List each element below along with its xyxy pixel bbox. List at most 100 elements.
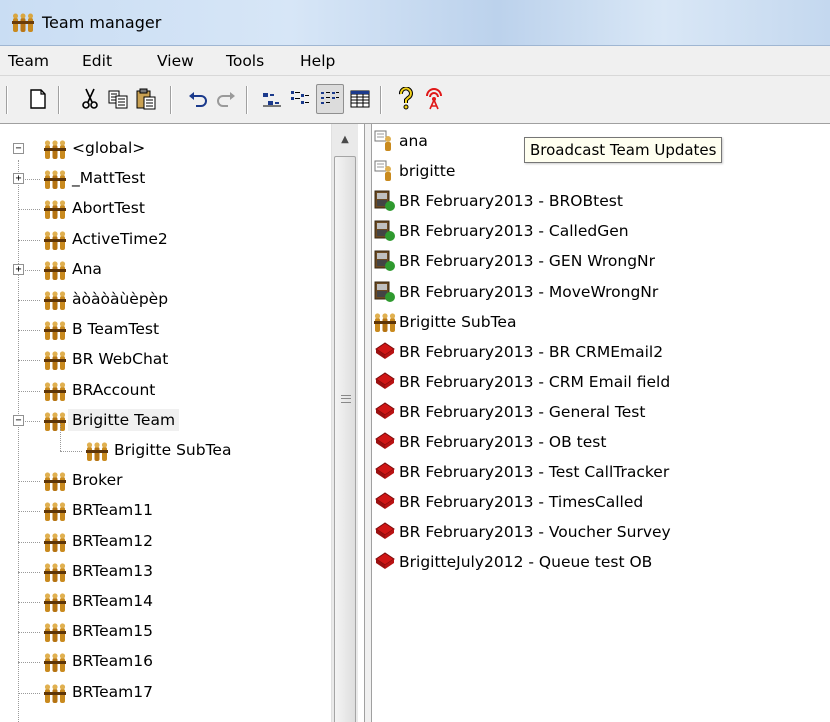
list-item[interactable]: BR February2013 - TimesCalled bbox=[374, 487, 643, 517]
list-item[interactable]: BR February2013 - General Test bbox=[374, 397, 645, 427]
copy-icon[interactable] bbox=[104, 84, 132, 114]
tree-line bbox=[18, 662, 40, 664]
menu-team[interactable]: Team bbox=[8, 52, 49, 70]
tree-item[interactable]: BRTeam17 bbox=[0, 678, 330, 708]
tree-item[interactable]: BRTeam14 bbox=[0, 587, 330, 617]
list-item[interactable]: BrigitteJuly2012 - Queue test OB bbox=[374, 547, 652, 577]
redo-icon[interactable] bbox=[212, 84, 240, 114]
list-item-label: brigitte bbox=[399, 162, 456, 181]
queue-icon bbox=[374, 491, 396, 513]
tree-item[interactable]: AbortTest bbox=[0, 194, 330, 224]
tree-scrollbar[interactable]: ▲ bbox=[331, 124, 358, 722]
toolbar-grip[interactable] bbox=[6, 86, 8, 114]
list-item[interactable]: BR February2013 - BR CRMEmail2 bbox=[374, 337, 663, 367]
queue-icon bbox=[374, 431, 396, 453]
queue-icon bbox=[374, 551, 396, 573]
list-item-label: BR February2013 - TimesCalled bbox=[399, 493, 644, 512]
team-icon bbox=[374, 311, 396, 333]
list-icon[interactable] bbox=[286, 84, 314, 114]
tree-line bbox=[18, 541, 40, 543]
list-item[interactable]: BR February2013 - MoveWrongNr bbox=[374, 277, 658, 307]
list-item[interactable]: BR February2013 - BROBtest bbox=[374, 186, 623, 216]
list-item-label: ana bbox=[399, 132, 428, 150]
help-icon[interactable] bbox=[392, 84, 420, 114]
tree-line bbox=[18, 209, 40, 211]
pane-splitter[interactable] bbox=[364, 124, 372, 722]
tree-label: Ana bbox=[72, 259, 102, 278]
team-members-list[interactable]: ana brigitte BR February2013 - BROBtest BR … bbox=[372, 124, 830, 722]
paste-icon[interactable] bbox=[132, 84, 160, 114]
menu-bar: Team Edit View Tools Help bbox=[0, 46, 830, 76]
tree-item[interactable]: BR WebChat bbox=[0, 345, 330, 375]
toolbar-separator bbox=[380, 86, 382, 114]
list-item[interactable]: ana bbox=[374, 126, 428, 156]
undo-icon[interactable] bbox=[184, 84, 212, 114]
list-item-label: BR February2013 - CalledGen bbox=[399, 222, 629, 241]
menu-view[interactable]: View bbox=[157, 52, 194, 70]
list-item[interactable]: BR February2013 - Test CallTracker bbox=[374, 457, 669, 487]
team-icon bbox=[44, 651, 66, 677]
toolbar-separator bbox=[58, 86, 60, 114]
tree-item[interactable]: + _MattTest bbox=[0, 164, 330, 194]
tree-item[interactable]: BRTeam11 bbox=[0, 496, 330, 526]
grid-icon[interactable] bbox=[346, 84, 374, 114]
tree-item[interactable]: BRAccount bbox=[0, 376, 330, 406]
campaign-icon bbox=[374, 250, 396, 272]
team-icon bbox=[44, 168, 66, 194]
team-icon bbox=[44, 289, 66, 315]
tree-item[interactable]: ActiveTime2 bbox=[0, 225, 330, 255]
list-item-label: BR February2013 - GEN WrongNr bbox=[399, 252, 656, 271]
menu-edit[interactable]: Edit bbox=[82, 52, 112, 70]
list-item[interactable]: BR February2013 - CRM Email field bbox=[374, 367, 670, 397]
tree-item[interactable]: BRTeam16 bbox=[0, 647, 330, 677]
cut-icon[interactable] bbox=[76, 84, 104, 114]
tree-item[interactable]: Broker bbox=[0, 466, 330, 496]
scroll-up-arrow-icon[interactable]: ▲ bbox=[334, 128, 356, 150]
agent-icon bbox=[374, 130, 396, 152]
tree-item[interactable]: BRTeam13 bbox=[0, 557, 330, 587]
list-item-label: BR February2013 - Test CallTracker bbox=[399, 463, 670, 482]
collapse-icon[interactable]: − bbox=[13, 414, 24, 426]
scroll-thumb[interactable] bbox=[334, 156, 356, 722]
team-icon bbox=[44, 621, 66, 647]
tree-item[interactable]: àòàòàùèpèp bbox=[0, 285, 330, 315]
tree-item[interactable]: − Brigitte Team bbox=[0, 406, 330, 436]
list-item[interactable]: BR February2013 - CalledGen bbox=[374, 216, 629, 246]
window-title: Team manager bbox=[42, 13, 162, 32]
team-tree[interactable]: − <global> + _MattTest AbortTest ActiveTime2 +… bbox=[0, 124, 364, 722]
tree-item[interactable]: BRTeam12 bbox=[0, 527, 330, 557]
team-icon bbox=[44, 561, 66, 587]
tree-item[interactable]: B TeamTest bbox=[0, 315, 330, 345]
team-icon bbox=[44, 229, 66, 255]
tree-item[interactable]: BRTeam15 bbox=[0, 617, 330, 647]
list-item[interactable]: BR February2013 - Voucher Survey bbox=[374, 517, 671, 547]
list-item-label: BR February2013 - MoveWrongNr bbox=[399, 282, 659, 301]
list-item[interactable]: brigitte bbox=[374, 156, 455, 186]
team-icon bbox=[86, 440, 108, 466]
team-icon bbox=[44, 380, 66, 406]
menu-help[interactable]: Help bbox=[300, 52, 335, 70]
toolbar-separator bbox=[170, 86, 172, 114]
new-icon[interactable] bbox=[24, 84, 52, 114]
list-item[interactable]: BR February2013 - GEN WrongNr bbox=[374, 246, 655, 276]
tree-label: Brigitte Team bbox=[68, 408, 180, 431]
tree-line bbox=[60, 451, 82, 452]
details-icon[interactable] bbox=[316, 84, 344, 114]
list-item[interactable]: Brigitte SubTea bbox=[374, 307, 516, 337]
broadcast-icon[interactable] bbox=[420, 84, 448, 114]
list-item[interactable]: BR February2013 - OB test bbox=[374, 427, 606, 457]
expand-icon[interactable]: + bbox=[13, 173, 24, 185]
tree-item[interactable]: Brigitte SubTea bbox=[0, 424, 330, 466]
tree-item[interactable]: + Ana bbox=[0, 255, 330, 285]
expand-icon[interactable]: + bbox=[13, 263, 24, 275]
menu-tools[interactable]: Tools bbox=[226, 52, 264, 70]
tree-label: àòàòàùèpèp bbox=[72, 290, 169, 308]
small-icons-icon[interactable] bbox=[258, 84, 286, 114]
team-icon bbox=[44, 682, 66, 708]
list-item-label: BR February2013 - BROBtest bbox=[399, 192, 623, 211]
team-icon bbox=[44, 410, 66, 436]
tree-line bbox=[18, 239, 40, 241]
collapse-icon[interactable]: − bbox=[13, 143, 24, 154]
queue-icon bbox=[374, 371, 396, 393]
tree-label: AbortTest bbox=[72, 199, 145, 218]
